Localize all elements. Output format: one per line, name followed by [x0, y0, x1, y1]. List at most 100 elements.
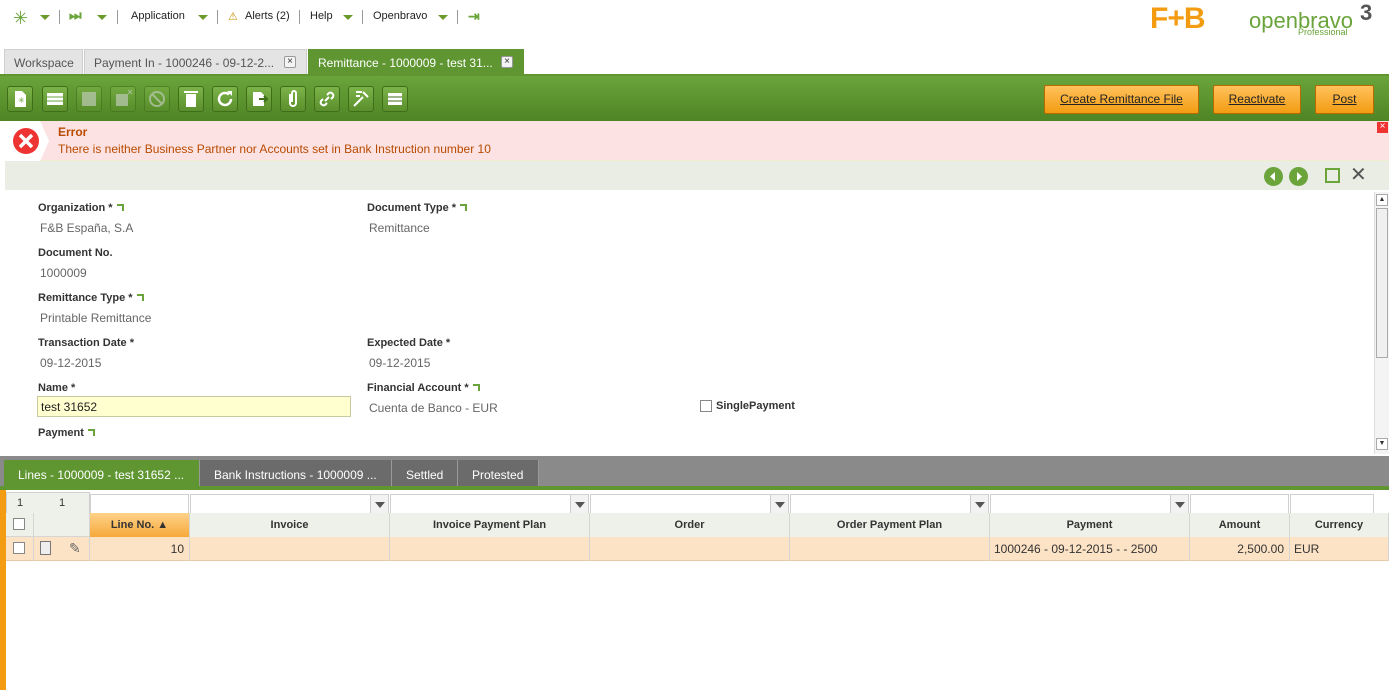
invoice-payment-plan-header[interactable]: Invoice Payment Plan: [390, 513, 590, 537]
invoice-cell[interactable]: [190, 537, 390, 561]
new-row-button[interactable]: [42, 86, 68, 112]
invoice-payment-plan-filter[interactable]: [390, 494, 589, 514]
payment-filter[interactable]: [990, 494, 1189, 514]
currency-cell[interactable]: EUR: [1290, 537, 1389, 561]
quick-launch-icon[interactable]: ✳: [13, 8, 28, 29]
currency-header[interactable]: Currency: [1290, 513, 1389, 537]
chevron-down-icon[interactable]: [97, 15, 107, 20]
chevron-down-icon[interactable]: [570, 495, 588, 513]
link-button[interactable]: [314, 86, 340, 112]
name-input[interactable]: test 31652: [37, 396, 351, 417]
link-icon[interactable]: [460, 204, 468, 211]
tab-remittance[interactable]: Remittance - 1000009 - test 31... ×: [308, 49, 524, 74]
amount-header[interactable]: Amount: [1190, 513, 1290, 537]
post-button[interactable]: Post: [1315, 85, 1374, 114]
form-header: [5, 161, 1389, 190]
invoice-payment-plan-cell[interactable]: [390, 537, 590, 561]
tab-label: Workspace: [14, 56, 74, 70]
delete-button[interactable]: [178, 86, 204, 112]
scroll-down-icon[interactable]: ▼: [1376, 438, 1388, 450]
open-form-icon[interactable]: [40, 541, 51, 555]
chevron-down-icon[interactable]: [40, 15, 50, 20]
maximize-icon[interactable]: [1325, 168, 1340, 183]
form-scrollbar[interactable]: ▲ ▼: [1374, 192, 1389, 454]
order-filter[interactable]: [590, 494, 789, 514]
invoice-header[interactable]: Invoice: [190, 513, 390, 537]
top-navigation: ✳ ⏭ Application ⚠ Alerts (2) Help Openbr…: [0, 0, 1389, 46]
document-no-value[interactable]: 1000009: [40, 266, 87, 280]
tab-label: Payment In - 1000246 - 09-12-2...: [94, 56, 275, 70]
remittance-type-value[interactable]: Printable Remittance: [40, 311, 151, 325]
application-menu[interactable]: Application: [131, 10, 185, 22]
financial-account-value[interactable]: Cuenta de Banco - EUR: [369, 401, 498, 415]
currency-filter[interactable]: [1290, 494, 1374, 514]
organization-value[interactable]: F&B España, S.A: [40, 221, 133, 235]
invoice-filter[interactable]: [190, 494, 389, 514]
single-payment-checkbox[interactable]: [700, 400, 712, 412]
close-form-icon[interactable]: ✕: [1350, 165, 1367, 185]
line-no-header[interactable]: Line No. ▲: [90, 513, 190, 537]
help-menu[interactable]: Help: [310, 10, 333, 22]
link-icon[interactable]: [136, 294, 144, 301]
chevron-down-icon[interactable]: [438, 15, 448, 20]
transaction-date-value[interactable]: 09-12-2015: [40, 356, 101, 370]
chevron-down-icon[interactable]: [370, 495, 388, 513]
select-all-checkbox[interactable]: [13, 518, 25, 530]
line-no-filter[interactable]: [90, 494, 189, 514]
audit-button[interactable]: [348, 86, 374, 112]
logout-icon[interactable]: ⇥: [468, 8, 480, 25]
undo-button[interactable]: [144, 86, 170, 112]
document-no-label: Document No.: [38, 247, 113, 259]
payment-cell[interactable]: 1000246 - 09-12-2015 - - 2500: [990, 537, 1190, 561]
document-type-value[interactable]: Remittance: [369, 221, 430, 235]
alerts-link[interactable]: Alerts (2): [245, 10, 290, 22]
close-icon[interactable]: ×: [501, 56, 513, 68]
fb-logo: F+B: [1150, 2, 1206, 35]
chevron-down-icon[interactable]: [770, 495, 788, 513]
line-no-cell[interactable]: 10: [90, 537, 190, 561]
next-record-icon[interactable]: [1289, 167, 1308, 186]
chevron-down-icon[interactable]: [1170, 495, 1188, 513]
selected-count: 1: [59, 497, 66, 509]
export-button[interactable]: [246, 86, 272, 112]
tab-payment-in[interactable]: Payment In - 1000246 - 09-12-2... ×: [84, 49, 307, 74]
recent-views-icon[interactable]: ⏭: [69, 7, 82, 24]
grid-view-button[interactable]: [382, 86, 408, 112]
divider: [217, 10, 218, 24]
order-cell[interactable]: [590, 537, 790, 561]
save-close-icon: [116, 89, 133, 106]
order-payment-plan-cell[interactable]: [790, 537, 990, 561]
save-close-button[interactable]: [110, 86, 136, 112]
order-payment-plan-header[interactable]: Order Payment Plan: [790, 513, 990, 537]
attach-button[interactable]: [280, 86, 306, 112]
create-remittance-file-button[interactable]: Create Remittance File: [1044, 85, 1199, 114]
previous-record-icon[interactable]: [1264, 167, 1283, 186]
close-icon[interactable]: ×: [1377, 122, 1388, 133]
document-type-label: Document Type *: [367, 202, 468, 214]
order-payment-plan-filter[interactable]: [790, 494, 989, 514]
edit-pencil-icon[interactable]: ✎: [69, 540, 81, 557]
link-icon[interactable]: [472, 384, 480, 391]
payment-header[interactable]: Payment: [990, 513, 1190, 537]
chevron-down-icon[interactable]: [343, 15, 353, 20]
order-header[interactable]: Order: [590, 513, 790, 537]
chevron-down-icon[interactable]: [198, 15, 208, 20]
new-document-button[interactable]: ✳: [7, 86, 33, 112]
close-icon[interactable]: ×: [284, 56, 296, 68]
amount-cell[interactable]: 2,500.00: [1190, 537, 1290, 561]
link-icon[interactable]: [116, 204, 124, 211]
amount-filter[interactable]: [1190, 494, 1289, 514]
scroll-thumb[interactable]: [1376, 208, 1388, 358]
user-menu[interactable]: Openbravo: [373, 10, 427, 22]
expected-date-value[interactable]: 09-12-2015: [369, 356, 430, 370]
link-icon[interactable]: [87, 429, 95, 436]
row-checkbox[interactable]: [13, 542, 25, 554]
warning-icon[interactable]: ⚠: [228, 10, 238, 23]
save-button[interactable]: [76, 86, 102, 112]
tab-workspace[interactable]: Workspace: [4, 49, 83, 74]
scroll-up-icon[interactable]: ▲: [1376, 194, 1388, 206]
reactivate-button[interactable]: Reactivate: [1213, 85, 1301, 114]
refresh-button[interactable]: [212, 86, 238, 112]
chevron-down-icon[interactable]: [970, 495, 988, 513]
paperclip-icon: [289, 90, 297, 107]
